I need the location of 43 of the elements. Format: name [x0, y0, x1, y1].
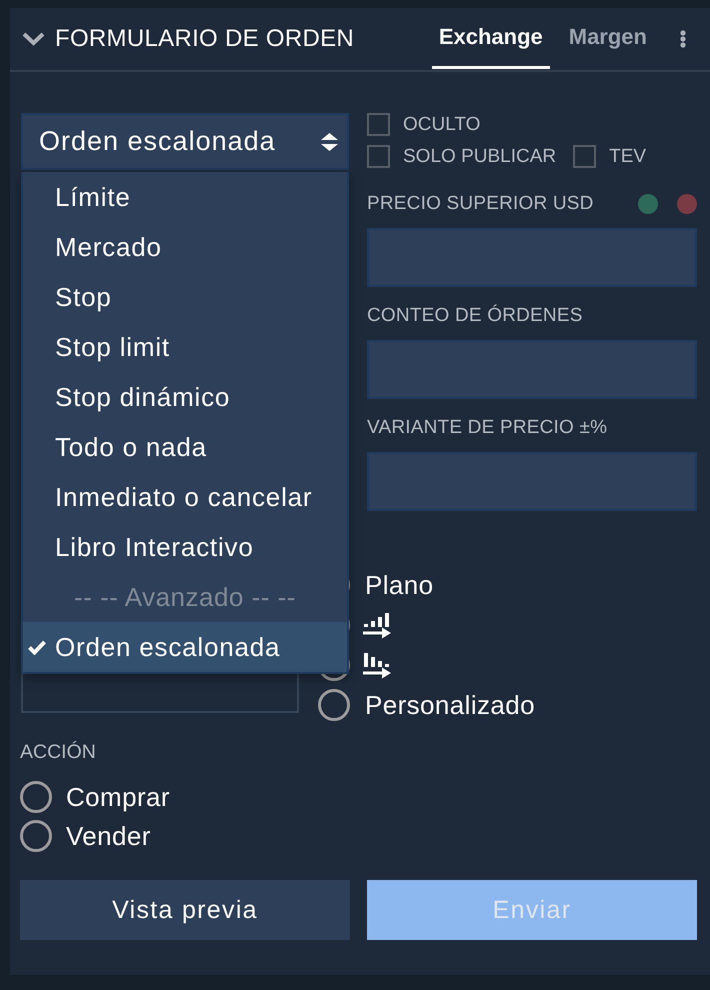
up-down-arrows-icon [321, 132, 338, 150]
menu-item[interactable]: Stop limit [23, 322, 347, 372]
menu-item[interactable]: Libro Interactivo [23, 522, 347, 572]
radio-label[interactable]: Personalizado [365, 690, 535, 720]
price-dot-icon[interactable] [677, 194, 697, 214]
checkbox[interactable] [573, 145, 596, 168]
menu-item[interactable]: Inmediato o cancelar [23, 472, 347, 522]
menu-item[interactable]: Stop dinámico [23, 372, 347, 422]
check-icon [28, 640, 46, 654]
checkbox-label[interactable]: TEV [609, 146, 646, 168]
order-type-select[interactable]: Orden escalonada [21, 113, 349, 170]
checkbox[interactable] [367, 113, 390, 136]
section-label: ACCIÓN [20, 741, 96, 763]
checkbox-label[interactable]: OCULTO [403, 114, 480, 136]
checkbox[interactable] [367, 145, 390, 168]
radio-button[interactable] [20, 781, 52, 813]
input-field[interactable] [367, 340, 697, 399]
chevron-icon[interactable] [22, 32, 45, 46]
menu-item[interactable]: Todo o nada [23, 422, 347, 472]
input-field[interactable] [367, 228, 697, 287]
menu-item[interactable]: Límite [23, 172, 347, 222]
preview-button[interactable]: Vista previa [20, 880, 350, 940]
descending-bars-arrow-icon [363, 651, 391, 679]
field-label: VARIANTE DE PRECIO ±% [367, 417, 608, 439]
input-field[interactable] [367, 452, 697, 511]
radio-label[interactable]: Vender [66, 820, 151, 852]
price-dot-icon[interactable] [638, 194, 658, 214]
tab[interactable]: Exchange [432, 8, 550, 69]
field-label: PRECIO SUPERIOR USD [367, 193, 594, 215]
radio-button[interactable] [318, 689, 350, 721]
kebab-menu-icon[interactable] [680, 30, 686, 48]
menu-item[interactable]: Orden escalonada [23, 622, 347, 672]
radio-label[interactable]: Plano [365, 570, 434, 600]
menu-item[interactable]: Mercado [23, 222, 347, 272]
menu-group-header: -- -- Avanzado -- -- [73, 580, 297, 614]
tab[interactable]: Margen [562, 8, 654, 69]
panel-title: FORMULARIO DE ORDEN [55, 25, 354, 53]
field-label: CONTEO DE ÓRDENES [367, 305, 583, 327]
menu-item[interactable]: Stop [23, 272, 347, 322]
radio-label[interactable]: Comprar [66, 782, 170, 812]
ascending-bars-arrow-icon [363, 611, 391, 639]
radio-button[interactable] [20, 820, 52, 852]
checkbox-label[interactable]: SOLO PUBLICAR [403, 146, 556, 168]
